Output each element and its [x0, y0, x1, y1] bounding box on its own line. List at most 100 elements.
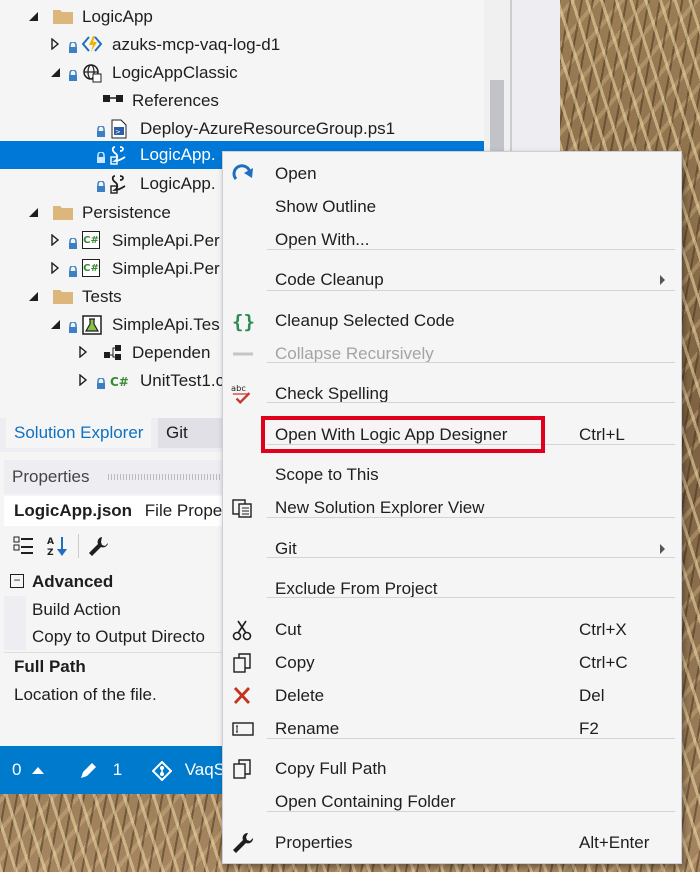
menu-separator	[267, 517, 675, 518]
menu-item-copy[interactable]: Copy Ctrl+C	[223, 646, 681, 679]
svg-text:Z: Z	[47, 548, 54, 557]
menu-item-rename[interactable]: Rename F2	[223, 712, 681, 745]
menu-item-shortcut: Alt+Enter	[579, 833, 650, 852]
tree-item-label: SimpleApi.Per	[112, 259, 220, 278]
menu-item-copy-full-path[interactable]: Copy Full Path	[223, 752, 681, 785]
menu-item-cut[interactable]: Cut Ctrl+X	[223, 613, 681, 646]
tree-item[interactable]: azuks-mcp-vaq-log-d1	[0, 31, 484, 59]
tab-solution-explorer[interactable]: Solution Explorer	[6, 418, 152, 448]
lock-icon	[96, 149, 108, 163]
menu-item-new-solution-explorer-view[interactable]: New Solution Explorer View	[223, 491, 681, 524]
menu-item-label: Collapse Recursively	[275, 344, 434, 363]
collapse-category-icon[interactable]: −	[10, 574, 24, 588]
svg-text:>_: >_	[115, 128, 125, 136]
tree-item[interactable]: LogicAppClassic	[0, 59, 484, 87]
errors-indicator[interactable]: 0	[12, 746, 45, 794]
tab-git-changes[interactable]: Git Cha	[158, 418, 228, 448]
collapsed-triangle-icon[interactable]	[48, 261, 62, 276]
json-file-icon	[110, 145, 128, 165]
menu-item-label: Copy Full Path	[275, 759, 387, 778]
submenu-arrow-icon	[660, 275, 665, 285]
menu-item-cleanup-selected-code[interactable]: {} Cleanup Selected Code	[223, 304, 681, 337]
test-project-icon	[82, 315, 102, 335]
toolbar-separator	[78, 534, 79, 558]
menu-item-git[interactable]: Git	[223, 532, 681, 565]
svg-text:abc: abc	[231, 383, 246, 393]
menu-item-open[interactable]: Open	[223, 157, 681, 190]
menu-item-properties[interactable]: Properties Alt+Enter	[223, 826, 681, 859]
menu-item-collapse-recursively[interactable]: Collapse Recursively	[223, 337, 681, 370]
svg-text:{}: {}	[232, 311, 255, 332]
menu-item-label: Open Containing Folder	[275, 792, 456, 811]
menu-item-label: Copy	[275, 653, 315, 672]
dependencies-icon	[102, 343, 121, 361]
expanded-triangle-icon[interactable]	[26, 10, 40, 24]
lock-icon	[96, 178, 108, 192]
branch-indicator[interactable]: VaqS	[151, 746, 226, 794]
expanded-triangle-icon[interactable]	[26, 206, 40, 220]
collapsed-triangle-icon[interactable]	[48, 37, 62, 52]
submenu-arrow-icon	[660, 544, 665, 554]
properties-object-name: LogicApp.json	[14, 501, 133, 520]
collapsed-triangle-icon[interactable]	[76, 373, 90, 388]
drag-grip[interactable]	[108, 474, 228, 480]
folder-icon	[52, 7, 73, 25]
tree-item-label: SimpleApi.Tes	[112, 315, 220, 334]
tree-item-label: Tests	[82, 287, 122, 306]
lock-icon	[68, 235, 80, 249]
alphabetical-icon[interactable]: AZ	[46, 534, 70, 558]
menu-item-open-containing-folder[interactable]: Open Containing Folder	[223, 785, 681, 818]
lock-icon	[96, 375, 108, 389]
git-diamond-icon	[151, 760, 173, 781]
menu-separator	[267, 557, 675, 558]
pending-changes-indicator[interactable]: 1	[78, 746, 122, 794]
menu-item-delete[interactable]: Delete Del	[223, 679, 681, 712]
context-menu: Open Show Outline Open With... Code Cleanup…	[222, 151, 682, 864]
scissors-icon	[231, 619, 255, 641]
rename-icon	[231, 718, 255, 740]
tree-item-label: LogicApp.	[140, 174, 216, 193]
tree-item-label: SimpleApi.Per	[112, 231, 220, 250]
menu-item-open-with[interactable]: Open With...	[223, 223, 681, 256]
references-icon	[102, 91, 123, 109]
copy-icon	[231, 652, 255, 674]
categorized-icon[interactable]	[12, 534, 36, 558]
repo-name: VaqS	[184, 760, 226, 779]
menu-item-shortcut: Ctrl+L	[579, 425, 625, 444]
menu-item-label: New Solution Explorer View	[275, 498, 485, 517]
lock-icon	[96, 123, 108, 137]
menu-item-show-outline[interactable]: Show Outline	[223, 190, 681, 223]
braces-icon: {}	[231, 310, 255, 332]
pending-changes-count: 1	[112, 760, 123, 779]
menu-item-scope-to-this[interactable]: Scope to This	[223, 458, 681, 491]
delete-x-icon	[231, 685, 255, 707]
menu-item-label: Scope to This	[275, 465, 379, 484]
menu-item-shortcut: Ctrl+C	[579, 653, 628, 672]
expanded-triangle-icon[interactable]	[48, 66, 62, 80]
tree-item-label: References	[132, 91, 219, 110]
tree-item-label: UnitTest1.c	[140, 371, 225, 390]
property-name: Copy to Output Directo	[32, 627, 205, 646]
expanded-triangle-icon[interactable]	[48, 318, 62, 332]
menu-item-label: Open With...	[275, 230, 370, 249]
svg-text:A: A	[47, 537, 54, 547]
menu-item-code-cleanup[interactable]: Code Cleanup	[223, 263, 681, 296]
menu-item-shortcut: Ctrl+X	[579, 620, 627, 639]
property-pages-wrench-icon[interactable]	[86, 534, 110, 558]
menu-item-label: Show Outline	[275, 197, 377, 216]
menu-item-label: Delete	[275, 686, 325, 705]
tree-item[interactable]: References	[0, 87, 484, 115]
lock-icon	[68, 39, 80, 53]
collapsed-triangle-icon[interactable]	[48, 233, 62, 248]
expanded-triangle-icon[interactable]	[26, 290, 40, 304]
new-view-icon	[231, 497, 255, 519]
csharp-file-icon: C#	[110, 375, 129, 389]
menu-item-label: Git	[275, 539, 297, 558]
tree-item[interactable]: LogicApp	[0, 3, 484, 31]
pencil-icon	[81, 762, 96, 778]
tree-item-label: LogicAppClassic	[112, 63, 238, 82]
menu-item-check-spelling[interactable]: abc Check Spelling	[223, 377, 681, 410]
collapsed-triangle-icon[interactable]	[76, 345, 90, 360]
menu-item-exclude-from-project[interactable]: Exclude From Project	[223, 572, 681, 605]
tree-item[interactable]: >_ Deploy-AzureResourceGroup.ps1	[0, 115, 484, 143]
